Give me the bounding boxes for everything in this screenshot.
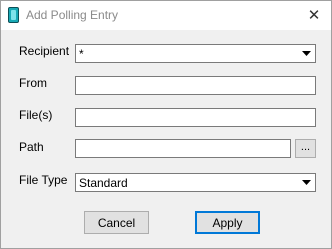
- file-type-label: File Type: [19, 173, 68, 187]
- from-field[interactable]: [75, 76, 316, 95]
- apply-button[interactable]: Apply: [195, 211, 260, 234]
- files-field[interactable]: [75, 108, 316, 127]
- cancel-button[interactable]: Cancel: [84, 211, 149, 234]
- path-field[interactable]: [75, 139, 291, 158]
- recipient-value: *: [79, 47, 84, 61]
- file-type-dropdown[interactable]: Standard: [75, 173, 316, 192]
- recipient-label: Recipient: [19, 44, 70, 58]
- recipient-dropdown[interactable]: *: [75, 44, 316, 63]
- files-label: File(s): [19, 108, 53, 122]
- from-label: From: [19, 76, 47, 90]
- file-type-value: Standard: [79, 176, 128, 190]
- dialog-window: Add Polling Entry ✕ Recipient * From Fil…: [0, 0, 332, 249]
- window-title: Add Polling Entry: [26, 8, 119, 22]
- close-button[interactable]: ✕: [301, 3, 327, 27]
- app-icon: [8, 7, 19, 23]
- path-label: Path: [19, 140, 44, 154]
- title-bar: Add Polling Entry ✕: [1, 1, 331, 30]
- chevron-down-icon[interactable]: [299, 46, 314, 61]
- chevron-down-icon[interactable]: [299, 175, 314, 190]
- browse-button[interactable]: ...: [295, 139, 316, 158]
